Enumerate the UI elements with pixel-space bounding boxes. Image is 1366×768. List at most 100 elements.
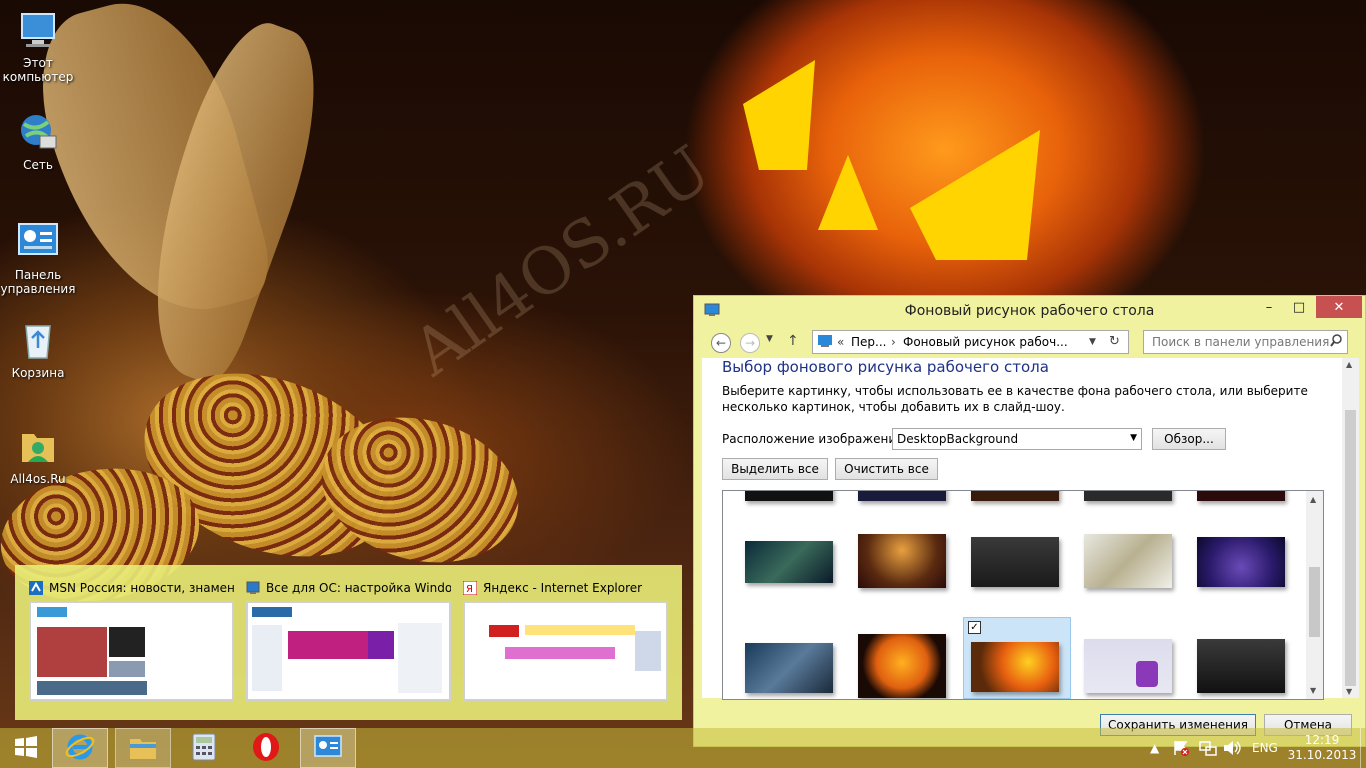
- taskbar-file-explorer[interactable]: [115, 728, 171, 768]
- desktop-icon-label: Сеть: [23, 158, 53, 172]
- desktop-icon-network[interactable]: Сеть: [0, 110, 76, 172]
- network-tray-icon[interactable]: [1198, 728, 1218, 768]
- wallpaper-thumbnail[interactable]: [1084, 534, 1172, 588]
- grid-scrollbar[interactable]: ▲ ▼: [1306, 491, 1323, 699]
- window-titlebar[interactable]: Фоновый рисунок рабочего стола – □ ✕: [694, 296, 1365, 326]
- thumbnail-preview: [246, 601, 451, 701]
- scroll-down-icon[interactable]: ▼: [1346, 687, 1352, 696]
- content-scrollbar-thumb[interactable]: [1345, 410, 1356, 686]
- thumbnail-preview: [463, 601, 668, 701]
- wallpaper-thumbnail[interactable]: [745, 643, 833, 693]
- internet-explorer-icon: [65, 732, 95, 765]
- taskbar-thumbnail-previews: MSN Россия: новости, знамен... Все для О…: [15, 565, 682, 720]
- search-input[interactable]: Поиск в панели управления: [1143, 330, 1348, 354]
- watermark: All4OS.RU: [400, 132, 725, 391]
- checkbox-checked-icon[interactable]: ✓: [968, 621, 981, 634]
- desktop-icon-label: Панель управления: [0, 268, 76, 296]
- location-select[interactable]: DesktopBackground ▼: [892, 428, 1142, 450]
- wallpaper-thumbnail-image: [971, 642, 1059, 692]
- thumbnail-preview: [29, 601, 234, 701]
- desktop-icon-control-panel[interactable]: Панель управления: [0, 220, 76, 296]
- up-arrow-icon[interactable]: ↑: [787, 333, 799, 349]
- scroll-up-icon[interactable]: ▲: [1310, 495, 1316, 504]
- address-box[interactable]: « Пер... › Фоновый рисунок рабоч... ▼ ↻: [812, 330, 1129, 354]
- wallpaper-thumbnail[interactable]: [1197, 537, 1285, 587]
- start-icon: [14, 735, 38, 761]
- folder-user-icon: [16, 424, 60, 468]
- computer-icon: [16, 8, 60, 52]
- breadcrumb-item[interactable]: Пер...: [851, 335, 886, 349]
- taskbar-calculator[interactable]: [176, 728, 232, 768]
- taskbar-control-panel[interactable]: [300, 728, 356, 768]
- scroll-up-icon[interactable]: ▲: [1346, 360, 1352, 369]
- file-explorer-icon: [128, 733, 158, 764]
- show-hidden-icons-chevron[interactable]: ▲: [1150, 728, 1159, 768]
- search-icon[interactable]: [1330, 334, 1342, 351]
- desktop-icon-all4os-folder[interactable]: All4os.Ru: [0, 424, 76, 486]
- wallpaper-thumbnail[interactable]: [971, 491, 1059, 501]
- taskbar-internet-explorer[interactable]: [52, 728, 108, 768]
- select-all-button[interactable]: Выделить все: [722, 458, 828, 480]
- start-button[interactable]: [0, 728, 52, 768]
- network-icon: [16, 110, 60, 154]
- address-dropdown-chevron-icon[interactable]: ▼: [1089, 337, 1096, 347]
- wallpaper-thumbnail[interactable]: [1197, 639, 1285, 693]
- clear-all-button[interactable]: Очистить все: [835, 458, 938, 480]
- action-center-flag-icon[interactable]: [1172, 728, 1190, 768]
- desktop-icon-label: Этот компьютер: [2, 56, 74, 84]
- location-label: Расположение изображения:: [722, 432, 908, 446]
- recent-pages-chevron-icon[interactable]: ▼: [766, 334, 773, 344]
- chevron-down-icon: ▼: [1130, 433, 1137, 443]
- location-select-value: DesktopBackground: [897, 432, 1019, 446]
- wallpaper-thumbnail-selected[interactable]: ✓: [963, 617, 1071, 699]
- wallpaper-thumbnail[interactable]: [1084, 639, 1172, 693]
- address-bar-row: ← → ▼ ↑ « Пер... › Фоновый рисунок рабоч…: [702, 328, 1356, 358]
- msn-icon: [29, 581, 43, 595]
- taskbar-opera[interactable]: [238, 728, 294, 768]
- show-desktop-button[interactable]: [1360, 728, 1366, 768]
- wallpaper-grid: ✓ ▲ ▼: [722, 490, 1324, 700]
- back-arrow-icon[interactable]: ←: [711, 333, 731, 353]
- wallpaper-thumbnail[interactable]: [971, 537, 1059, 587]
- wallpaper-thumbnail[interactable]: [858, 491, 946, 501]
- desktop-icon-computer[interactable]: Этот компьютер: [0, 8, 76, 84]
- scroll-down-icon[interactable]: ▼: [1310, 686, 1316, 695]
- pumpkin-eye-right: [910, 130, 1040, 260]
- input-language-indicator[interactable]: ENG: [1252, 728, 1278, 768]
- ie-page-icon: [246, 581, 260, 595]
- browse-button[interactable]: Обзор...: [1152, 428, 1226, 450]
- wallpaper-thumbnail[interactable]: [858, 634, 946, 698]
- wallpaper-thumbnail[interactable]: [1084, 491, 1172, 501]
- opera-icon: [251, 732, 281, 765]
- desktop-icon-label: Корзина: [11, 366, 65, 380]
- clock-time: 12:19: [1304, 733, 1340, 747]
- wallpaper-thumbnail[interactable]: [1197, 491, 1285, 501]
- desktop-background-window: Фоновый рисунок рабочего стола – □ ✕ ← →…: [693, 295, 1366, 747]
- breadcrumb-item[interactable]: Фоновый рисунок рабоч...: [903, 335, 1068, 349]
- maximize-button[interactable]: □: [1284, 296, 1314, 318]
- clock[interactable]: 12:19 31.10.2013: [1288, 728, 1357, 768]
- grid-scrollbar-thumb[interactable]: [1309, 567, 1320, 637]
- minimize-button[interactable]: –: [1254, 296, 1284, 318]
- thumbnail-yandex[interactable]: Я Яндекс - Internet Explorer: [463, 577, 668, 701]
- calculator-icon: [192, 733, 216, 764]
- thumbnail-msn[interactable]: MSN Россия: новости, знамен...: [29, 577, 234, 701]
- taskbar: ▲ ENG 12:19 31.10.2013: [0, 728, 1366, 768]
- forward-arrow-icon[interactable]: →: [740, 333, 760, 353]
- wallpaper-thumbnail[interactable]: [858, 534, 946, 588]
- control-panel-icon: [16, 220, 60, 264]
- address-overflow[interactable]: «: [837, 335, 844, 349]
- thumbnail-all4os[interactable]: Все для ОС: настройка Windo...: [246, 577, 451, 701]
- content-scrollbar[interactable]: ▲ ▼: [1342, 358, 1359, 698]
- close-button[interactable]: ✕: [1316, 296, 1362, 318]
- pumpkin-nose: [818, 155, 878, 230]
- volume-icon[interactable]: [1222, 728, 1242, 768]
- wallpaper-thumbnail[interactable]: [745, 541, 833, 583]
- breadcrumb-separator[interactable]: ›: [891, 335, 896, 349]
- control-panel-icon: [313, 734, 343, 763]
- yandex-icon: Я: [463, 580, 478, 596]
- desktop-icon-recycle-bin[interactable]: Корзина: [0, 318, 76, 380]
- wallpaper-thumbnail[interactable]: [745, 491, 833, 501]
- thumbnail-title: MSN Россия: новости, знамен...: [49, 581, 234, 595]
- refresh-icon[interactable]: ↻: [1109, 334, 1120, 349]
